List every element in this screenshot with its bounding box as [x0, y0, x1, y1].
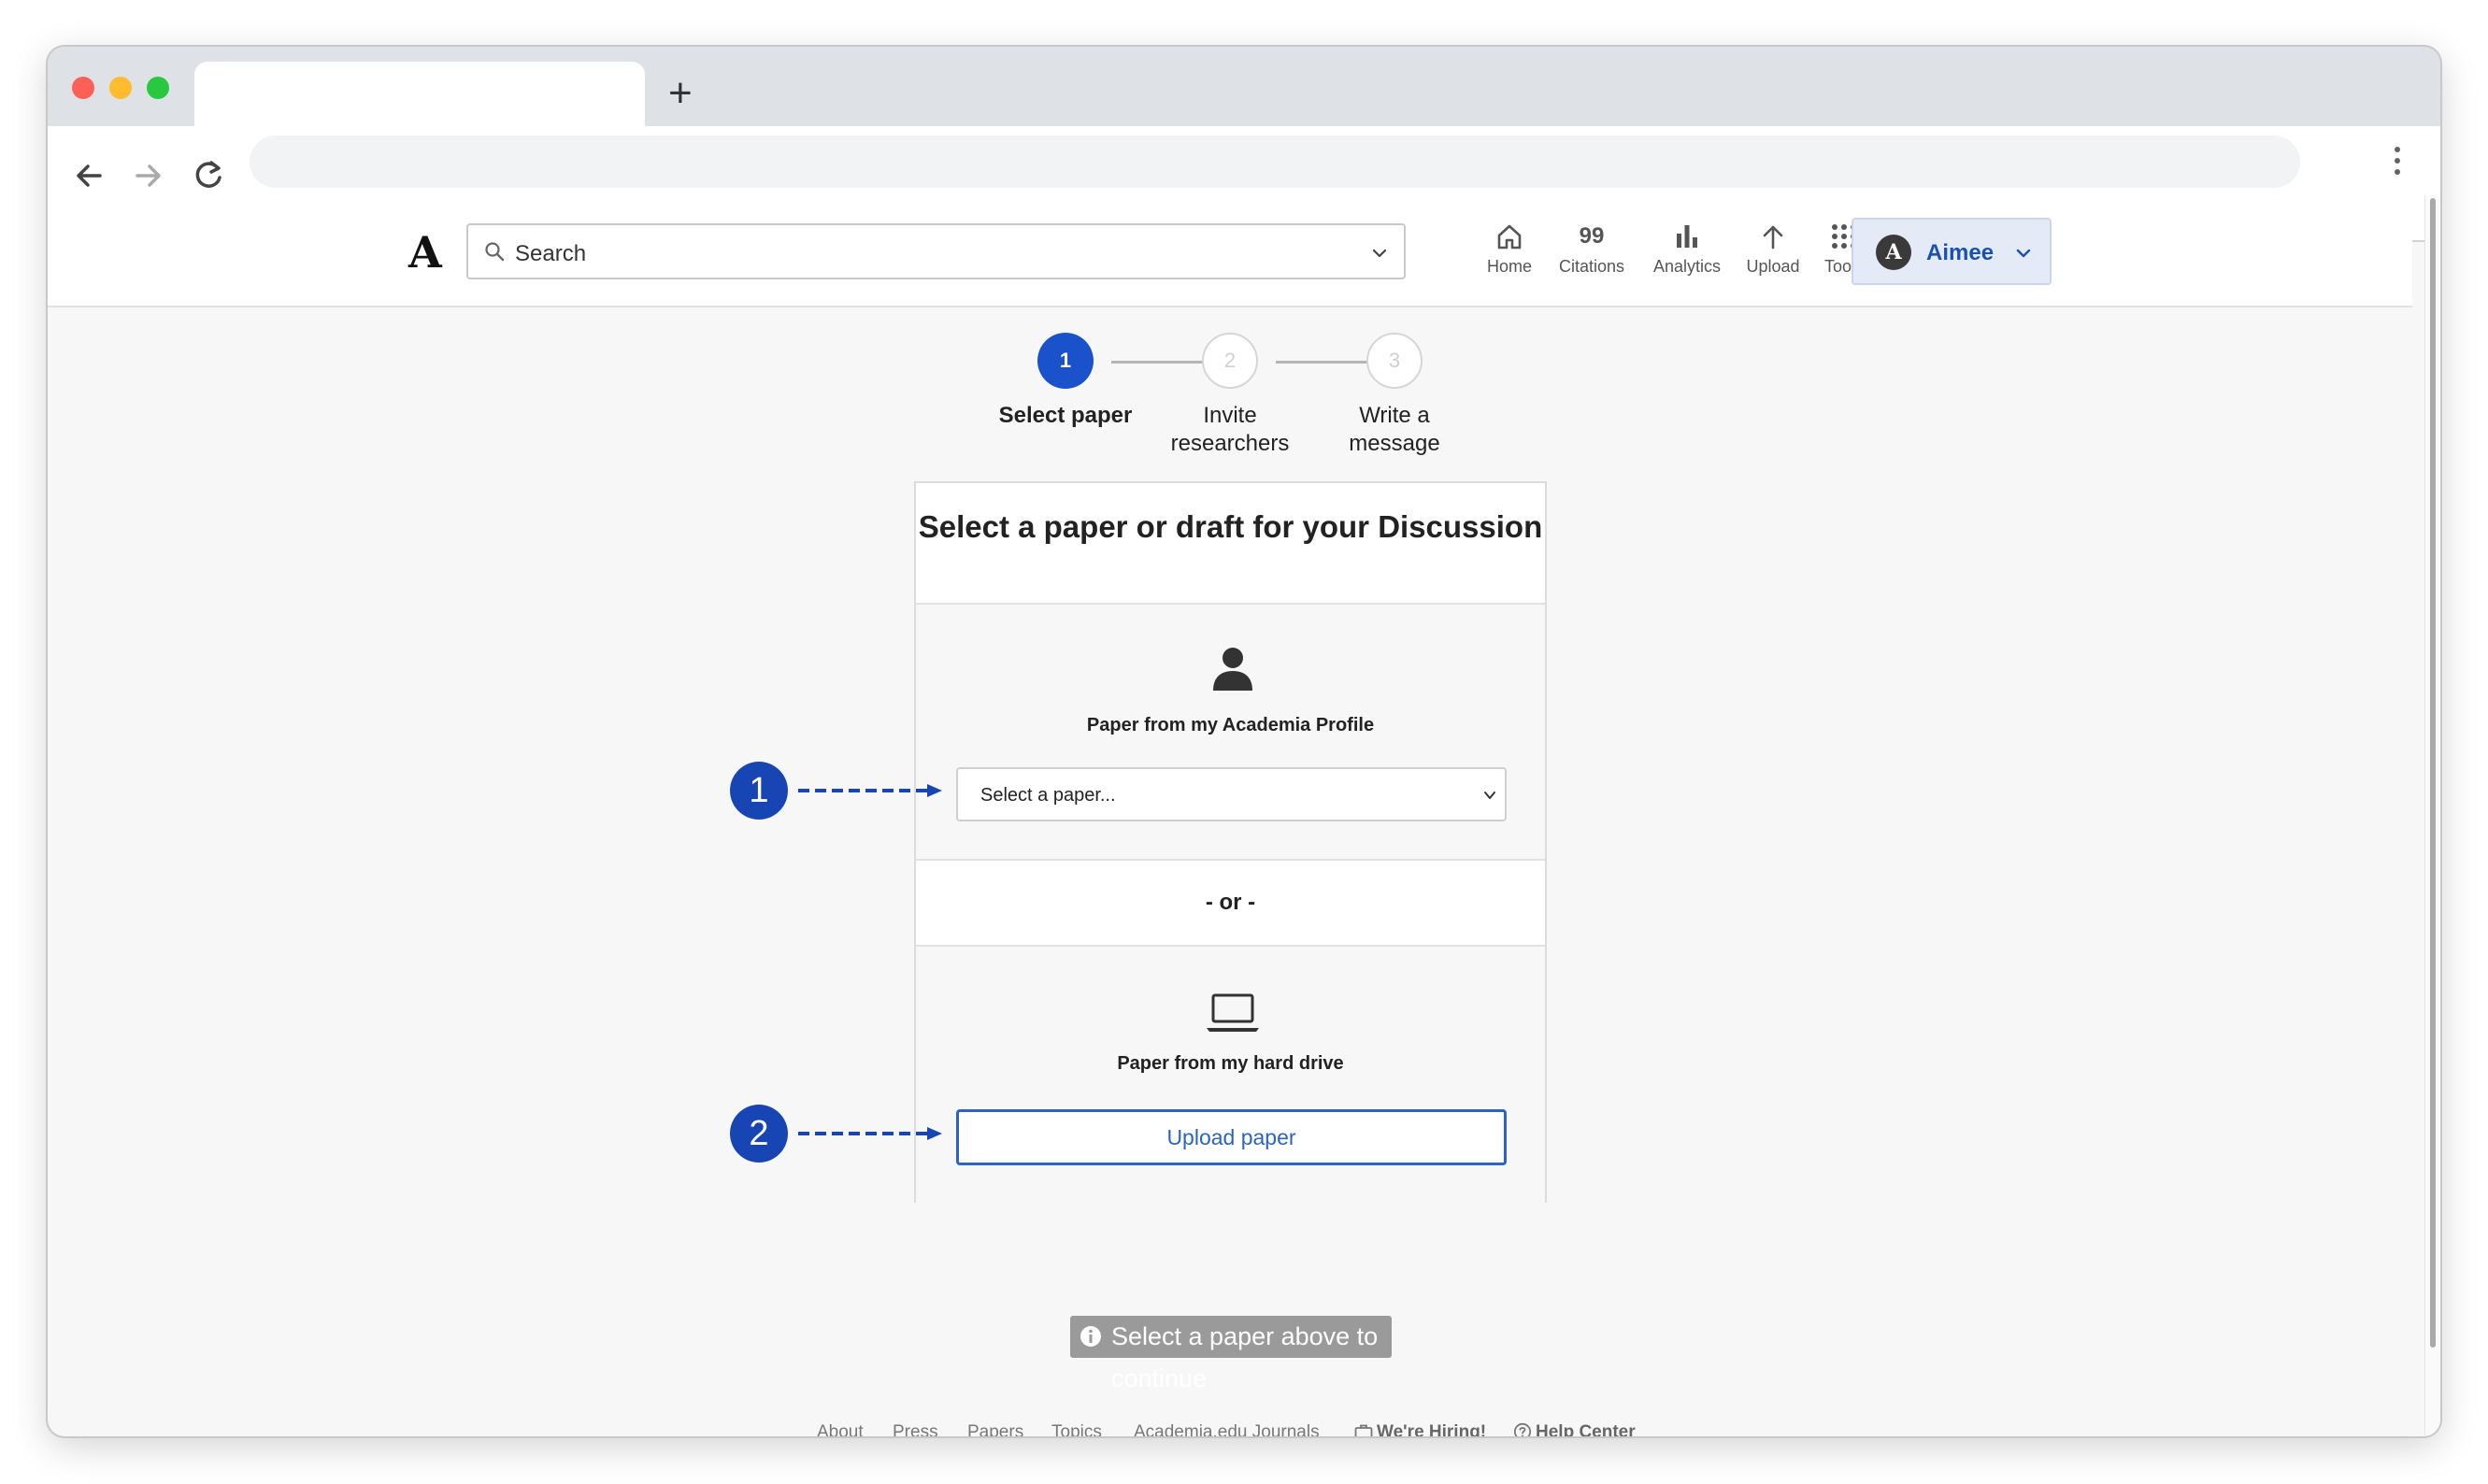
- upload-paper-button[interactable]: Upload paper: [956, 1109, 1507, 1165]
- search-placeholder: Search: [515, 241, 587, 266]
- hard-drive-section: Paper from my hard drive Upload paper: [916, 945, 1545, 1203]
- step-3-label: Write a message: [1292, 402, 1497, 458]
- tab-strip: +: [48, 47, 2440, 126]
- search-input[interactable]: Search: [466, 223, 1406, 279]
- nav-citations[interactable]: 99 Citations: [1550, 220, 1634, 277]
- browser-tab-active[interactable]: [194, 62, 645, 126]
- help-circle-icon: [1513, 1422, 1532, 1436]
- step-3-label-line2: message: [1349, 431, 1440, 456]
- browser-menu-icon[interactable]: [2394, 147, 2401, 178]
- laptop-icon: [1207, 993, 1259, 1032]
- annotation-badge-2: 2: [730, 1105, 788, 1163]
- footer-link-help[interactable]: Help Center: [1513, 1422, 1636, 1436]
- annotation-badge-1: 1: [730, 762, 788, 820]
- continue-hint-text: Select a paper above to continue: [1111, 1322, 1379, 1392]
- browser-window: + A Search Home 99 Citations Analytics U…: [48, 47, 2440, 1436]
- search-icon: [485, 242, 505, 262]
- profile-section-label: Paper from my Academia Profile: [1086, 715, 1375, 735]
- minimize-window-button[interactable]: [109, 77, 132, 99]
- close-window-button[interactable]: [72, 77, 94, 99]
- footer-link-journals[interactable]: Academia.edu Journals: [1134, 1422, 1320, 1436]
- footer-hiring-label: We're Hiring!: [1377, 1422, 1487, 1436]
- annotation-arrow-1: [798, 784, 942, 797]
- hard-drive-section-label: Paper from my hard drive: [1117, 1053, 1344, 1074]
- footer-link-press[interactable]: Press: [893, 1422, 938, 1436]
- briefcase-icon: [1354, 1424, 1373, 1436]
- forward-arrow-icon[interactable]: [130, 157, 167, 194]
- reload-icon[interactable]: [190, 157, 227, 194]
- maximize-window-button[interactable]: [147, 77, 169, 99]
- quote-icon: 99: [1579, 223, 1605, 249]
- nav-citations-label: Citations: [1558, 257, 1625, 276]
- footer-link-papers[interactable]: Papers: [967, 1422, 1023, 1436]
- step-3-label-line1: Write a: [1359, 403, 1430, 428]
- new-tab-button[interactable]: +: [668, 73, 693, 114]
- user-menu-button[interactable]: A Aimee: [1852, 218, 2052, 285]
- user-name: Aimee: [1926, 240, 1995, 265]
- nav-analytics[interactable]: Analytics: [1645, 220, 1729, 277]
- footer-link-hiring[interactable]: We're Hiring!: [1354, 1422, 1486, 1436]
- back-arrow-icon[interactable]: [70, 157, 107, 194]
- academia-logo[interactable]: A: [408, 227, 442, 278]
- annotation-arrow-2: [798, 1127, 942, 1140]
- step-3-circle: 3: [1366, 333, 1423, 389]
- nav-home[interactable]: Home: [1467, 220, 1551, 277]
- person-icon: [1213, 648, 1252, 691]
- or-separator: - or -: [1205, 890, 1256, 915]
- bar-chart-icon: [1677, 225, 1697, 248]
- address-bar[interactable]: [250, 136, 2300, 188]
- avatar: A: [1876, 235, 1911, 270]
- select-paper-card: Select a paper or draft for your Discuss…: [914, 481, 1547, 1203]
- site-header: A Search Home 99 Citations Analytics Upl…: [48, 195, 2412, 307]
- chevron-down-icon: [1484, 792, 1495, 799]
- upload-arrow-icon: [1763, 225, 1783, 250]
- step-2-circle: 2: [1202, 333, 1258, 389]
- card-title: Select a paper or draft for your Discuss…: [918, 509, 1543, 544]
- footer-link-topics[interactable]: Topics: [1051, 1422, 1102, 1436]
- footer-help-label: Help Center: [1536, 1422, 1636, 1436]
- continue-disabled-button[interactable]: Select a paper above to continue: [1070, 1316, 1392, 1392]
- screenshot-stage: + A Search Home 99 Citations Analytics U…: [0, 0, 2488, 1484]
- nav-home-label: Home: [1486, 257, 1532, 276]
- footer-link-about[interactable]: About: [817, 1422, 864, 1436]
- scrollbar-thumb[interactable]: [2430, 198, 2436, 1348]
- step-1-circle: 1: [1037, 333, 1094, 389]
- home-icon: [1497, 224, 1522, 250]
- chevron-down-icon[interactable]: [1370, 244, 1389, 263]
- profile-paper-section: Paper from my Academia Profile Select a …: [916, 603, 1545, 861]
- paper-select-dropdown[interactable]: Select a paper...: [956, 767, 1507, 821]
- nav-analytics-label: Analytics: [1652, 257, 1722, 276]
- info-icon: [1080, 1326, 1101, 1347]
- paper-select-value: Select a paper...: [980, 785, 1116, 806]
- chevron-down-icon: [2016, 249, 2031, 258]
